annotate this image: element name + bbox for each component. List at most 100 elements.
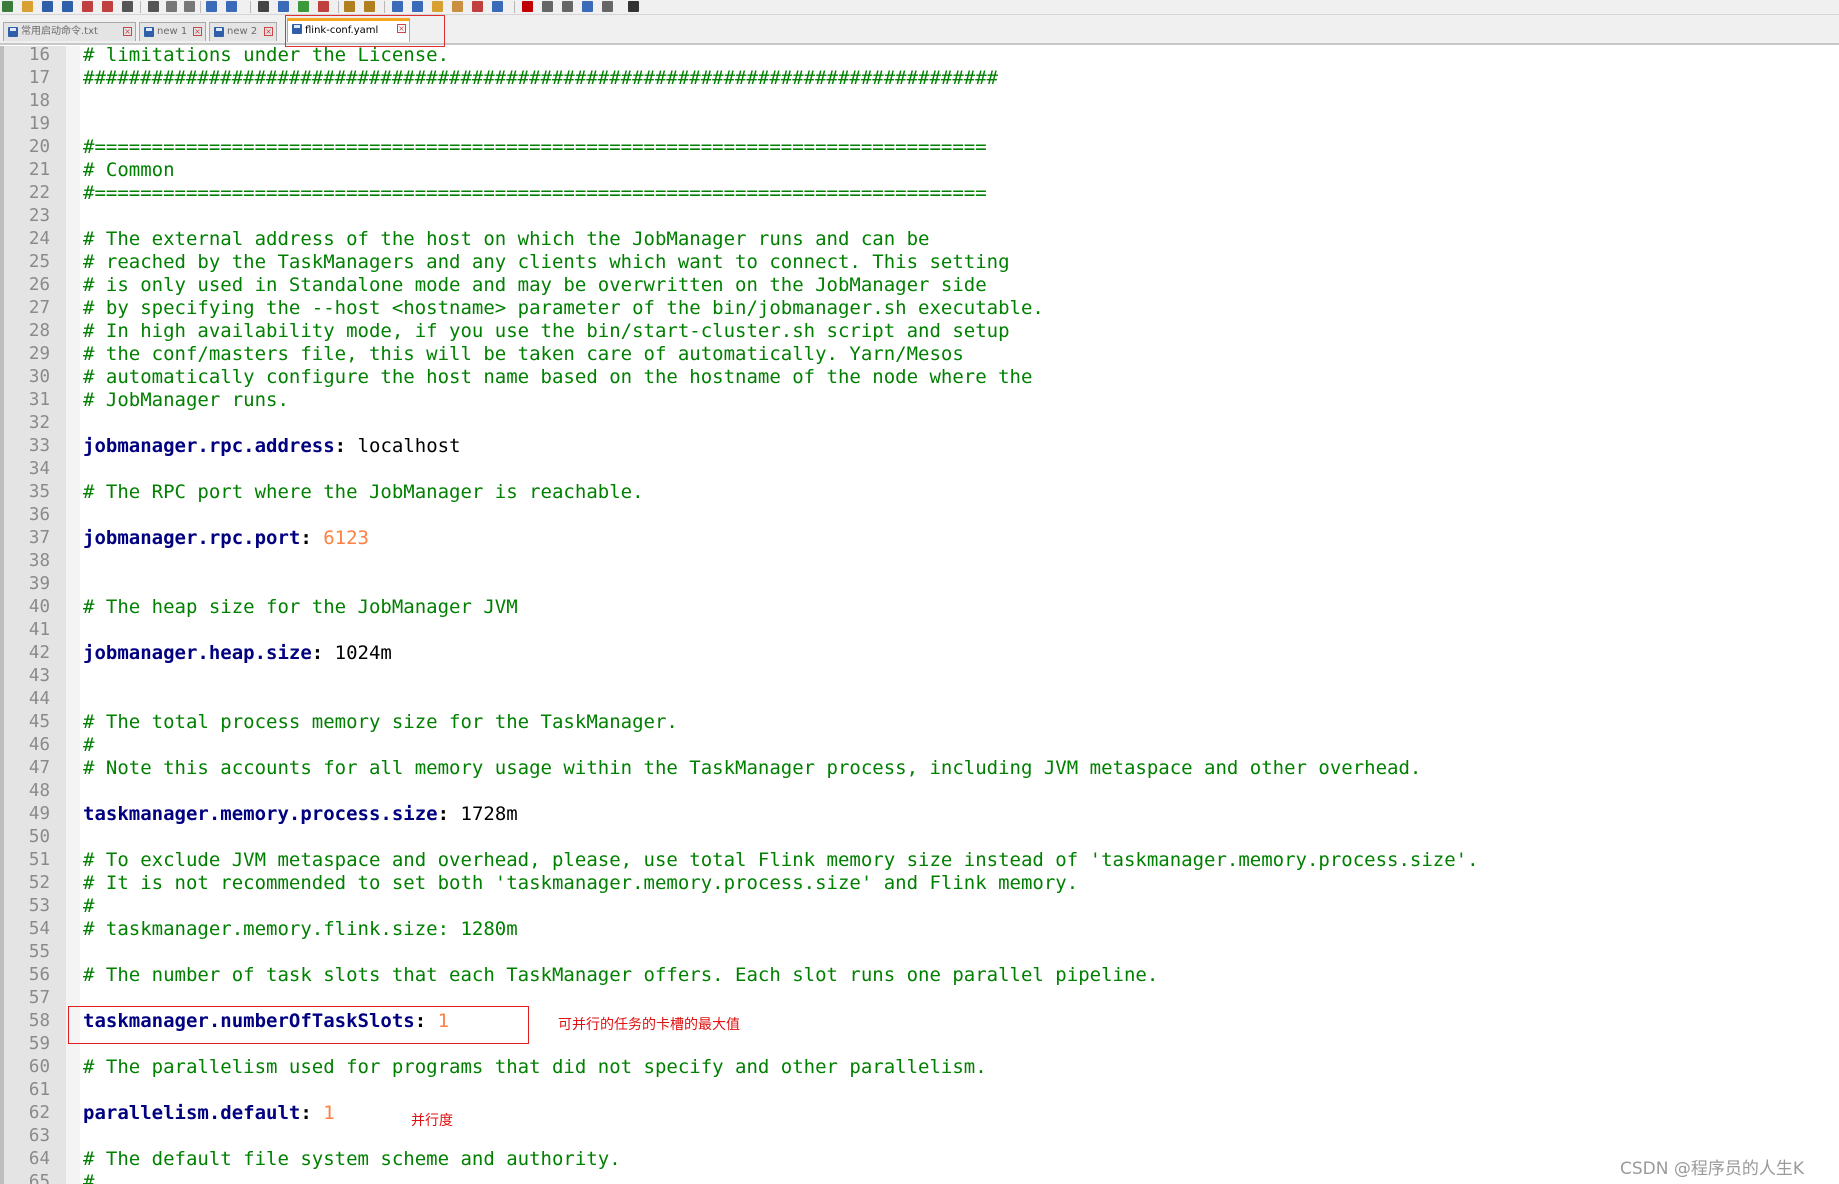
comment-text: #	[83, 734, 95, 756]
redo-icon[interactable]	[226, 1, 237, 12]
line-text: taskmanager.memory.process.size: 1728m	[83, 803, 518, 826]
line-number: 49	[28, 804, 50, 824]
sync-scroll-icon[interactable]	[344, 1, 355, 12]
config-key: taskmanager.memory.process.size	[83, 803, 438, 825]
config-key: jobmanager.rpc.address	[83, 435, 335, 457]
paste-icon[interactable]	[184, 1, 195, 12]
copy-icon[interactable]	[166, 1, 177, 12]
tab-highlight-box	[285, 15, 445, 47]
line-number: 58	[28, 1011, 50, 1031]
line-text: #=======================================…	[83, 136, 987, 159]
line-text: # The parallelism used for programs that…	[83, 1056, 987, 1079]
cut-icon[interactable]	[148, 1, 159, 12]
save-icon[interactable]	[42, 1, 53, 12]
code-line: 27 # by specifying the --host <hostname> …	[0, 297, 1839, 320]
zoom-out-icon[interactable]	[318, 1, 329, 12]
stop-record-icon[interactable]	[542, 1, 553, 12]
undo-icon[interactable]	[206, 1, 217, 12]
comment-text: # The default file system scheme and aut…	[83, 1148, 621, 1170]
close-all-icon[interactable]	[102, 1, 113, 12]
record-macro-icon[interactable]	[522, 1, 533, 12]
line-number: 47	[28, 758, 50, 778]
line-number: 38	[28, 551, 50, 571]
line-number: 35	[28, 482, 50, 502]
open-file-icon[interactable]	[22, 1, 33, 12]
code-line: 65 #	[0, 1171, 1839, 1184]
tab-close-icon[interactable]: ×	[123, 27, 132, 36]
comment-text: # It is not recommended to set both 'tas…	[83, 872, 1079, 894]
line-number: 19	[28, 114, 50, 134]
comment-text: # JobManager runs.	[83, 389, 289, 411]
line-text: # The total process memory size for the …	[83, 711, 678, 734]
task-slots-annotation: 可并行的任务的卡槽的最大值	[558, 1017, 740, 1033]
comment-text: # To exclude JVM metaspace and overhead,…	[83, 849, 1479, 871]
line-number: 61	[28, 1080, 50, 1100]
task-slots-highlight-box	[68, 1006, 529, 1044]
doc-map-icon[interactable]	[452, 1, 463, 12]
code-line: 31 # JobManager runs.	[0, 389, 1839, 412]
code-line: 21 # Common	[0, 159, 1839, 182]
spell-check-icon[interactable]	[628, 1, 639, 12]
code-line: 26 # is only used in Standalone mode and …	[0, 274, 1839, 297]
line-number: 44	[28, 689, 50, 709]
config-value: localhost	[357, 435, 461, 457]
print-icon[interactable]	[122, 1, 133, 12]
separator: :	[300, 1102, 324, 1124]
tab-3[interactable]: new 2 ×	[209, 22, 277, 41]
close-icon[interactable]	[82, 1, 93, 12]
replace-icon[interactable]	[278, 1, 289, 12]
tab-close-icon[interactable]: ×	[193, 27, 202, 36]
file-saved-icon	[144, 27, 154, 37]
save-macro-icon[interactable]	[602, 1, 613, 12]
run-macro-icon[interactable]	[582, 1, 593, 12]
line-number: 37	[28, 528, 50, 548]
new-file-icon[interactable]	[2, 1, 13, 12]
config-value: 6123	[323, 527, 369, 549]
line-number: 18	[28, 91, 50, 111]
line-text: # The external address of the host on wh…	[83, 228, 929, 251]
line-text: # reached by the TaskManagers and any cl…	[83, 251, 1010, 274]
line-text: # by specifying the --host <hostname> pa…	[83, 297, 1044, 320]
code-line: 30 # automatically configure the host nam…	[0, 366, 1839, 389]
monitor-icon[interactable]	[492, 1, 503, 12]
code-line: 54 # taskmanager.memory.flink.size: 1280m	[0, 918, 1839, 941]
show-all-chars-icon[interactable]	[392, 1, 403, 12]
toolbar-separator	[250, 1, 251, 13]
line-number: 63	[28, 1126, 50, 1146]
code-line: 60 # The parallelism used for programs th…	[0, 1056, 1839, 1079]
line-number: 36	[28, 505, 50, 525]
code-line: 36	[0, 504, 1839, 527]
indent-guide-icon[interactable]	[412, 1, 423, 12]
line-number: 59	[28, 1034, 50, 1054]
play-macro-icon[interactable]	[562, 1, 573, 12]
line-text: parallelism.default: 1	[83, 1102, 335, 1125]
code-line: 17 ######################################…	[0, 67, 1839, 90]
function-list-icon[interactable]	[472, 1, 483, 12]
file-saved-icon	[214, 27, 224, 37]
code-line: 47 # Note this accounts for all memory us…	[0, 757, 1839, 780]
file-saved-icon	[8, 27, 18, 37]
tab-close-icon[interactable]: ×	[264, 27, 273, 36]
zoom-in-icon[interactable]	[298, 1, 309, 12]
line-text: # The number of task slots that each Tas…	[83, 964, 1158, 987]
code-line: 64 # The default file system scheme and a…	[0, 1148, 1839, 1171]
line-text: # JobManager runs.	[83, 389, 289, 412]
line-number: 54	[28, 919, 50, 939]
line-text: # the conf/masters file, this will be ta…	[83, 343, 964, 366]
find-icon[interactable]	[258, 1, 269, 12]
line-text: # limitations under the License.	[83, 46, 449, 67]
line-text: ########################################…	[83, 67, 998, 90]
code-line: 23	[0, 205, 1839, 228]
line-text: jobmanager.rpc.address: localhost	[83, 435, 461, 458]
line-number: 55	[28, 942, 50, 962]
tab-2[interactable]: new 1 ×	[139, 22, 206, 41]
comment-text: #	[83, 895, 95, 917]
line-text: # The RPC port where the JobManager is r…	[83, 481, 644, 504]
save-all-icon[interactable]	[62, 1, 73, 12]
word-wrap-icon[interactable]	[364, 1, 375, 12]
udl-icon[interactable]	[432, 1, 443, 12]
tab-1[interactable]: 常用启动命令.txt ×	[3, 22, 136, 41]
code-line: 43	[0, 665, 1839, 688]
line-text: jobmanager.rpc.port: 6123	[83, 527, 369, 550]
comment-text: # automatically configure the host name …	[83, 366, 1033, 388]
